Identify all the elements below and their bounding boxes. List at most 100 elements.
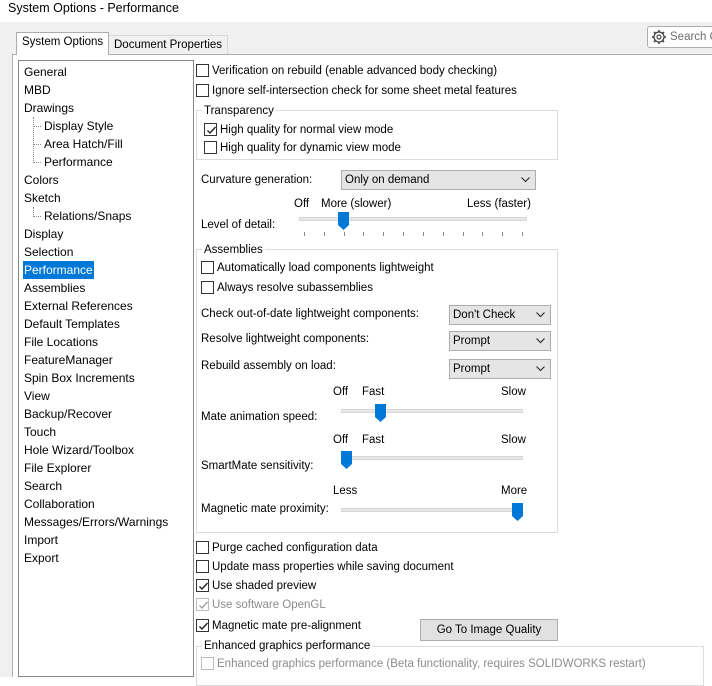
magnetic-prealign-checkbox[interactable]: [196, 619, 209, 632]
tree-item-area-hatch[interactable]: Area Hatch/Fill: [43, 135, 124, 153]
tree-guide: [33, 162, 41, 163]
tab-document-properties[interactable]: Document Properties: [108, 35, 229, 55]
assemblies-title: Assemblies: [202, 243, 265, 257]
smartmate-track: [341, 456, 523, 460]
smartmate-label: SmartMate sensitivity:: [201, 460, 314, 472]
lod-label: Level of detail:: [201, 219, 276, 231]
verification-label: Verification on rebuild (enable advanced…: [212, 65, 498, 77]
magnetic-proximity-label: Magnetic mate proximity:: [201, 503, 329, 515]
tree-item-external-references[interactable]: External References: [23, 297, 134, 315]
auto-lightweight-label: Automatically load components lightweigh…: [217, 262, 434, 274]
check-outdated-select[interactable]: Don't Check: [449, 305, 551, 325]
mate-animation-track: [341, 409, 523, 413]
chevron-down-icon: [536, 338, 545, 344]
search-input[interactable]: Search O: [647, 26, 712, 48]
tree-item-mbd[interactable]: MBD: [23, 81, 52, 99]
verification-checkbox[interactable]: [196, 64, 209, 77]
update-mass-checkbox[interactable]: [196, 560, 209, 573]
auto-lightweight-checkbox[interactable]: [201, 261, 214, 274]
tree-item-general[interactable]: General: [23, 63, 68, 81]
mate-anim-fast-label: Fast: [362, 386, 385, 398]
lod-slider-tick: [344, 232, 345, 236]
self-intersection-checkbox[interactable]: [196, 84, 209, 97]
mate-animation-thumb[interactable]: [375, 404, 386, 422]
resolve-lightweight-select[interactable]: Prompt: [449, 331, 551, 351]
tree-item-display-style[interactable]: Display Style: [43, 117, 114, 135]
tree-item-selection[interactable]: Selection: [23, 243, 74, 261]
check-icon: [207, 126, 217, 135]
tree-item-file-locations[interactable]: File Locations: [23, 333, 99, 351]
magnetic-less-label: Less: [333, 485, 358, 497]
always-resolve-checkbox[interactable]: [201, 281, 214, 294]
transparency-dynamic-label: High quality for dynamic view mode: [220, 142, 401, 154]
curvature-value: Only on demand: [345, 174, 430, 186]
tree-item-touch[interactable]: Touch: [23, 423, 57, 441]
smartmate-thumb[interactable]: [341, 451, 352, 469]
tree-item-featuremanager[interactable]: FeatureManager: [23, 351, 114, 369]
tree-item-file-explorer[interactable]: File Explorer: [23, 459, 92, 477]
lod-slider-tick: [324, 232, 325, 236]
smartmate-slider[interactable]: [341, 451, 523, 473]
check-icon: [199, 582, 209, 591]
lod-slider-tick: [443, 232, 444, 236]
smartmate-fast-label: Fast: [362, 434, 385, 446]
tree-item-sketch[interactable]: Sketch: [23, 189, 62, 207]
check-outdated-value: Don't Check: [453, 309, 516, 321]
software-opengl-checkbox[interactable]: [196, 598, 209, 611]
smartmate-slow-label: Slow: [501, 434, 526, 446]
rebuild-on-load-label: Rebuild assembly on load:: [201, 360, 336, 372]
lod-slider-tick: [522, 232, 523, 236]
tree-item-drawings-performance[interactable]: Performance: [43, 153, 114, 171]
lod-slider-tick: [403, 232, 404, 236]
tab-system-options[interactable]: System Options: [16, 32, 110, 55]
transparency-dynamic-checkbox[interactable]: [204, 141, 217, 154]
enhanced-checkbox[interactable]: [201, 657, 214, 670]
lod-slider-thumb[interactable]: [338, 212, 349, 230]
title-bar: System Options - Performance: [0, 0, 712, 22]
purge-cached-checkbox[interactable]: [196, 541, 209, 554]
search-placeholder: Search O: [670, 31, 712, 43]
lod-slider-tick: [363, 232, 364, 236]
tree-item-colors[interactable]: Colors: [23, 171, 60, 189]
options-tree[interactable]: General MBD Drawings Display Style Area …: [18, 60, 194, 677]
lod-slider[interactable]: [299, 212, 527, 242]
gear-search-icon: [652, 30, 666, 44]
rebuild-on-load-select[interactable]: Prompt: [449, 359, 551, 379]
update-mass-label: Update mass properties while saving docu…: [212, 561, 454, 573]
software-opengl-label: Use software OpenGL: [212, 599, 326, 611]
lod-less-label: Less (faster): [467, 198, 531, 210]
tree-item-assemblies[interactable]: Assemblies: [23, 279, 86, 297]
lod-slider-tick: [383, 232, 384, 236]
magnetic-more-label: More: [501, 485, 528, 497]
mate-anim-label: Mate animation speed:: [201, 411, 318, 423]
shaded-preview-checkbox[interactable]: [196, 579, 209, 592]
magnetic-proximity-thumb[interactable]: [512, 503, 523, 521]
go-to-image-quality-button[interactable]: Go To Image Quality: [420, 619, 558, 641]
tree-item-drawings[interactable]: Drawings: [23, 99, 75, 117]
tree-item-spin-box[interactable]: Spin Box Increments: [23, 369, 136, 387]
tree-item-collaboration[interactable]: Collaboration: [23, 495, 96, 513]
resolve-lightweight-value: Prompt: [453, 335, 491, 347]
tree-item-hole-wizard[interactable]: Hole Wizard/Toolbox: [23, 441, 135, 459]
lod-slider-tick: [502, 232, 503, 236]
transparency-title: Transparency: [202, 104, 276, 118]
mate-animation-slider[interactable]: [341, 404, 523, 426]
transparency-normal-checkbox[interactable]: [204, 123, 217, 136]
tree-item-backup-recover[interactable]: Backup/Recover: [23, 405, 113, 423]
tree-item-import[interactable]: Import: [23, 531, 59, 549]
curvature-select[interactable]: Only on demand: [341, 170, 536, 190]
tree-item-search[interactable]: Search: [23, 477, 63, 495]
tree-item-export[interactable]: Export: [23, 549, 60, 567]
tree-item-relations-snaps[interactable]: Relations/Snaps: [43, 207, 132, 225]
check-icon: [199, 601, 209, 610]
lod-slider-track: [299, 217, 527, 221]
magnetic-proximity-slider[interactable]: [341, 503, 523, 525]
shaded-preview-label: Use shaded preview: [212, 580, 317, 592]
tree-item-display[interactable]: Display: [23, 225, 64, 243]
tree-item-view[interactable]: View: [23, 387, 51, 405]
tree-item-default-templates[interactable]: Default Templates: [23, 315, 121, 333]
tree-item-messages[interactable]: Messages/Errors/Warnings: [23, 513, 169, 531]
always-resolve-label: Always resolve subassemblies: [217, 282, 373, 294]
magnetic-prealign-label: Magnetic mate pre-alignment: [212, 620, 361, 632]
tree-item-performance[interactable]: Performance: [23, 261, 94, 279]
